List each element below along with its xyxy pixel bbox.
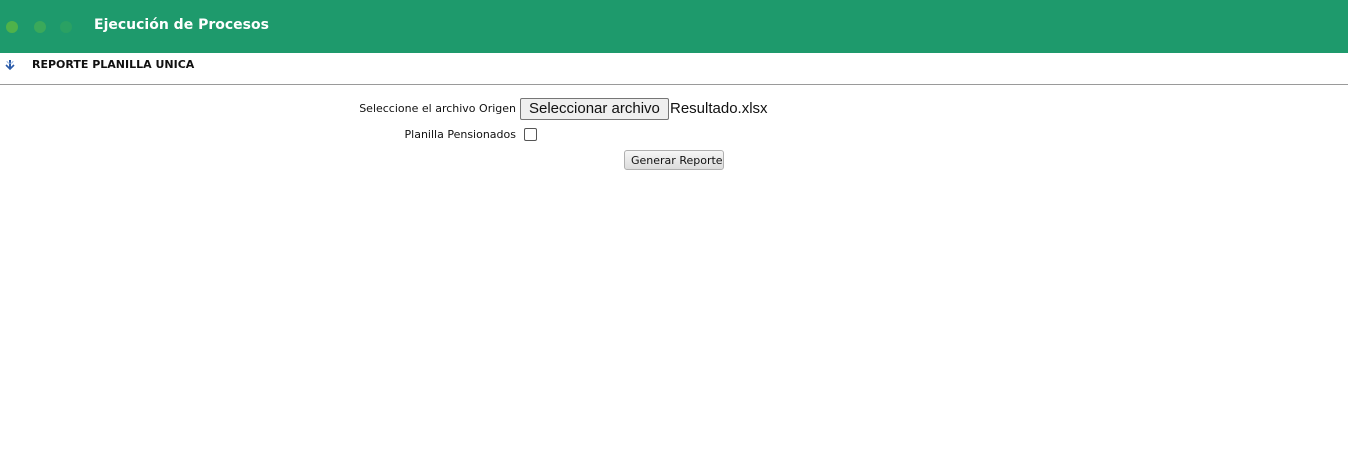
- app-header: Ejecución de Procesos: [0, 0, 1348, 53]
- file-label: Seleccione el archivo Origen: [359, 102, 516, 115]
- dot-icon: [6, 21, 18, 33]
- generate-report-button[interactable]: Generar Reporte: [624, 150, 724, 170]
- pensionados-label: Planilla Pensionados: [404, 128, 516, 141]
- section-header: REPORTE PLANILLA UNICA: [0, 53, 1348, 85]
- dot-icon: [60, 21, 72, 33]
- section-title: REPORTE PLANILLA UNICA: [32, 58, 195, 71]
- selected-file-name: Resultado.xlsx: [670, 100, 768, 117]
- pensionados-checkbox[interactable]: [524, 128, 537, 141]
- select-file-button[interactable]: Seleccionar archivo: [520, 98, 669, 120]
- download-arrow-icon: [4, 58, 16, 71]
- page-title: Ejecución de Procesos: [94, 17, 269, 33]
- dot-icon: [34, 21, 46, 33]
